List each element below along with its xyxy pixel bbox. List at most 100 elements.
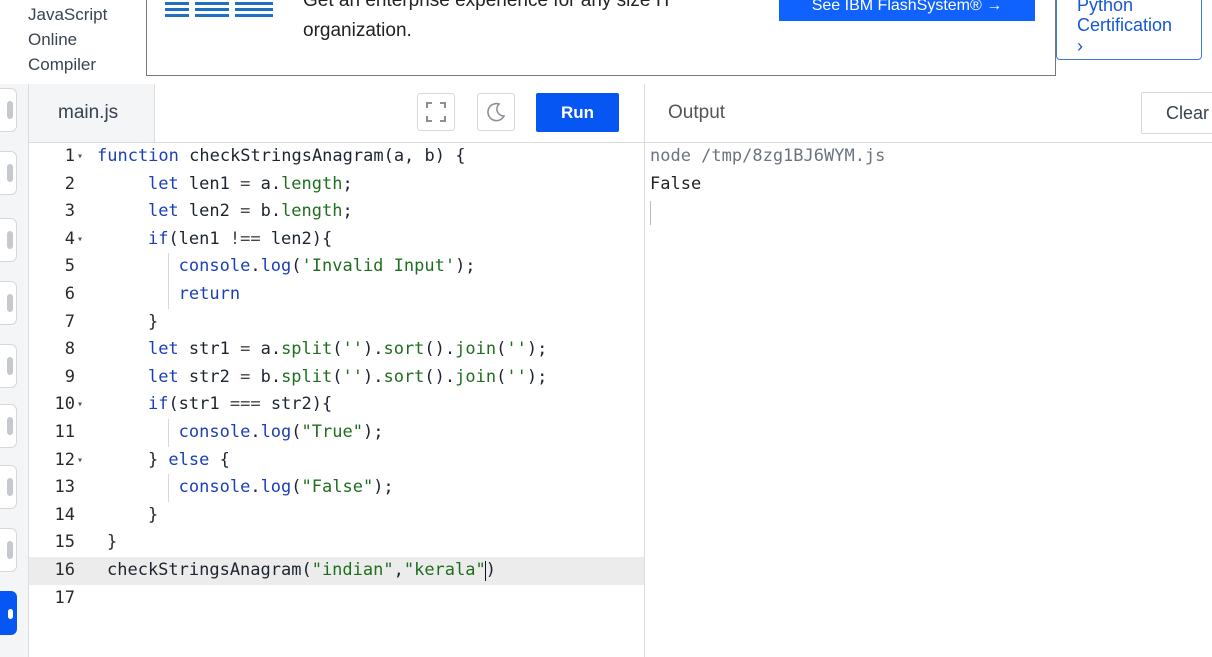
code-line[interactable]: 17 <box>29 585 644 613</box>
code-line[interactable]: 4 ▾ if(len1 !== len2){ <box>29 226 644 254</box>
sidebar-item-5[interactable] <box>0 344 17 388</box>
top-banner: JavaScript Online Compiler Get an enterp… <box>0 0 1212 85</box>
text-cursor <box>485 561 486 581</box>
fold-toggle-icon[interactable]: ▾ <box>77 143 83 171</box>
line-number: 13 <box>54 477 75 498</box>
code-line[interactable]: 3 let len2 = b.length; <box>29 198 644 226</box>
code-line[interactable]: 1 ▾ function checkStringsAnagram(a, b) { <box>29 143 644 171</box>
brand-line-2: Online <box>28 30 78 49</box>
code-text: } <box>107 504 159 525</box>
code-area[interactable]: 1 ▾ function checkStringsAnagram(a, b) {2 … <box>29 143 644 657</box>
language-icon <box>7 357 13 375</box>
code-text: } else { <box>107 449 230 470</box>
sidebar-item-7[interactable] <box>0 465 17 509</box>
line-number: 5 <box>64 256 75 277</box>
code-line[interactable]: 15} <box>29 529 644 557</box>
code-line[interactable]: 7 } <box>29 309 644 337</box>
language-icon <box>7 101 13 119</box>
chevron-right-icon: › <box>1077 36 1083 56</box>
run-button[interactable]: Run <box>536 93 619 132</box>
language-icon <box>7 417 13 435</box>
sidebar-item-javascript[interactable] <box>0 591 17 635</box>
line-number: 17 <box>54 587 75 608</box>
sidebar-item-3[interactable] <box>0 218 17 262</box>
language-sidebar <box>0 84 29 657</box>
code-line[interactable]: 13 console.log("False"); <box>29 474 644 502</box>
indent-guide <box>168 281 169 309</box>
clear-button[interactable]: Clear <box>1141 92 1212 134</box>
output-header: Output Clear <box>645 84 1212 143</box>
code-line[interactable]: 5 console.log('Invalid Input'); <box>29 253 644 281</box>
python-certification-promo[interactable]: Python Certification › <box>1056 0 1202 60</box>
ibm-logo <box>165 2 273 17</box>
ad-banner[interactable]: Get an enterprise experience for any siz… <box>146 0 1056 76</box>
code-line[interactable]: 10 ▾ if(str1 === str2){ <box>29 391 644 419</box>
site-brand[interactable]: JavaScript Online Compiler <box>28 2 138 77</box>
brand-line-3: Compiler <box>28 55 97 74</box>
code-text: let len2 = b.length; <box>147 201 353 222</box>
language-icon <box>7 231 13 249</box>
sidebar-item-8[interactable] <box>0 528 17 572</box>
fold-toggle-icon[interactable]: ▾ <box>77 226 83 254</box>
code-text: let str1 = a.split('').sort().join(''); <box>147 339 548 360</box>
line-number: 4 <box>64 228 75 249</box>
line-number: 10 <box>54 394 75 415</box>
language-icon <box>7 164 13 182</box>
indent-guide <box>168 419 169 447</box>
language-icon <box>7 294 13 312</box>
code-text: let str2 = b.split('').sort().join(''); <box>147 366 548 387</box>
line-number: 8 <box>64 339 75 360</box>
code-line[interactable]: 11 console.log("True"); <box>29 419 644 447</box>
code-text: function checkStringsAnagram(a, b) { <box>97 146 466 166</box>
output-title: Output <box>668 102 726 123</box>
output-command: node /tmp/8zg1BJ6WYM.js <box>650 146 886 166</box>
sidebar-item-4[interactable] <box>0 281 17 325</box>
code-line[interactable]: 6 return <box>29 281 644 309</box>
sidebar-item-2[interactable] <box>0 151 17 195</box>
fold-toggle-icon[interactable]: ▾ <box>77 391 83 419</box>
code-text: if(str1 === str2){ <box>147 394 333 415</box>
code-line[interactable]: 16 checkStringsAnagram("indian","kerala") <box>29 557 644 585</box>
line-number: 9 <box>64 366 75 387</box>
output-pane: Output Clear node /tmp/8zg1BJ6WYM.js Fal… <box>645 84 1212 657</box>
line-number: 1 <box>64 146 75 166</box>
line-number: 16 <box>54 560 75 580</box>
code-text: return <box>178 284 241 304</box>
line-number: 11 <box>54 422 75 442</box>
code-line[interactable]: 8 let str1 = a.split('').sort().join('')… <box>29 336 644 364</box>
line-number: 14 <box>54 504 75 525</box>
brand-line-1: JavaScript <box>28 5 108 24</box>
code-text: if(len1 !== len2){ <box>147 228 333 249</box>
javascript-icon <box>8 609 13 619</box>
code-editor-pane: main.js Run 1 ▾ function checkStringsAnagr… <box>29 84 645 657</box>
sidebar-item-1[interactable] <box>0 88 17 132</box>
fold-toggle-icon[interactable]: ▾ <box>77 447 83 475</box>
code-line[interactable]: 2 let len1 = a.length; <box>29 171 644 199</box>
code-text: let len1 = a.length; <box>147 173 353 194</box>
code-text: console.log("False"); <box>178 477 394 498</box>
indent-guide <box>168 474 169 502</box>
language-icon <box>7 478 13 496</box>
tab-main-js[interactable]: main.js <box>29 84 155 142</box>
code-text: checkStringsAnagram("indian","kerala") <box>107 560 496 580</box>
code-line[interactable]: 14 } <box>29 502 644 530</box>
indent-guide <box>168 253 169 281</box>
moon-icon <box>487 102 506 122</box>
editor-toolbar: main.js Run <box>29 84 644 143</box>
promo-label: Python Certification <box>1077 0 1173 35</box>
fullscreen-button[interactable] <box>417 93 455 131</box>
line-number: 12 <box>54 449 75 470</box>
ad-text: Get an enterprise experience for any siz… <box>303 0 673 41</box>
line-number: 2 <box>64 173 75 194</box>
code-line[interactable]: 9 let str2 = b.split('').sort().join('')… <box>29 364 644 392</box>
language-icon <box>7 541 13 559</box>
line-number: 15 <box>54 532 75 553</box>
line-number: 6 <box>64 284 75 304</box>
ad-cta-button[interactable]: See IBM FlashSystem® → <box>779 0 1035 21</box>
sidebar-item-6[interactable] <box>0 404 17 448</box>
output-result: False <box>650 174 702 194</box>
code-line[interactable]: 12 ▾ } else { <box>29 447 644 475</box>
theme-toggle-button[interactable] <box>477 93 515 131</box>
line-number: 7 <box>64 311 75 332</box>
code-text: console.log("True"); <box>178 422 384 442</box>
